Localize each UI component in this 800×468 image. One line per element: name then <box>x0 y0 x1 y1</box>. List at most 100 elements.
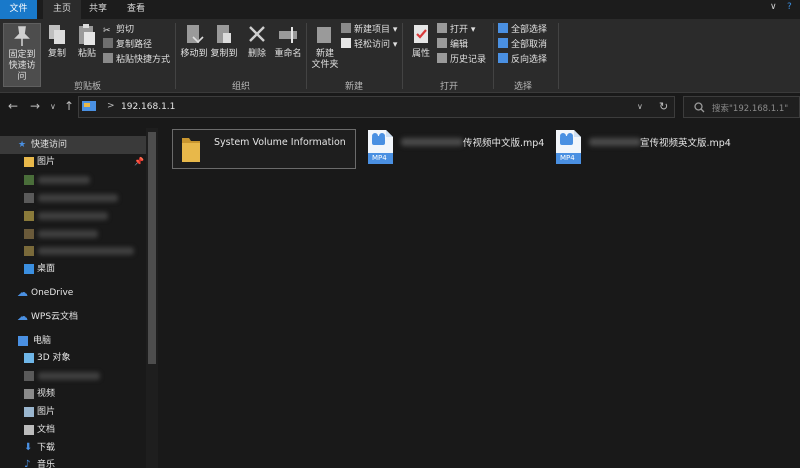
wps-cloud-icon: ☁ <box>17 310 28 323</box>
nav-item-blurred[interactable] <box>0 207 146 225</box>
address-dropdown-icon[interactable]: ∨ <box>637 102 643 111</box>
move-to-button[interactable]: 移动到 <box>180 23 208 60</box>
pin-label-1: 固定到 <box>8 50 36 60</box>
file-tile-mp4-cn[interactable]: MP4 传视频中文版.mp4 <box>366 129 546 171</box>
file-tile-system-volume-information[interactable]: System Volume Information <box>172 129 356 169</box>
cut-label: 剪切 <box>116 25 135 35</box>
nav-label-desktop: 桌面 <box>37 264 56 274</box>
tab-view[interactable]: 查看 <box>118 0 154 19</box>
clipboard-group-label: 剪贴板 <box>74 82 102 92</box>
cut-button[interactable]: ✂ 剪切 <box>103 23 134 37</box>
copy-to-button[interactable]: 复制到 <box>210 23 238 60</box>
new-folder-button[interactable]: 新建 文件夹 <box>310 23 340 71</box>
file-list-view: System Volume Information MP4 传视频中文版.mp4… <box>158 121 800 468</box>
up-arrow-icon[interactable]: ↑ <box>64 99 74 113</box>
search-input[interactable]: 搜索"192.168.1.1" <box>683 96 800 118</box>
easy-access-label: 轻松访问 <box>354 40 391 50</box>
scrollbar-thumb[interactable] <box>148 132 156 364</box>
nav-item-pictures[interactable]: 图片 <box>0 403 146 421</box>
expand-ribbon-button[interactable]: ∨ <box>770 2 777 12</box>
nav-item-documents[interactable]: 文档 <box>0 421 146 439</box>
new-group-label: 新建 <box>345 82 364 92</box>
pin-to-quick-access-button[interactable]: 固定到 快速访问 <box>3 23 41 87</box>
nav-item-desktop[interactable]: 桌面 <box>0 260 146 278</box>
select-group-label: 选择 <box>514 82 533 92</box>
recent-locations-chevron-icon[interactable]: ∨ <box>50 102 56 111</box>
breadcrumb-path[interactable]: 192.168.1.1 <box>121 102 175 112</box>
divider <box>306 23 307 89</box>
nav-item-blurred[interactable] <box>0 367 146 385</box>
video-icon <box>24 389 34 399</box>
copy-path-icon <box>103 38 113 48</box>
refresh-icon[interactable]: ↻ <box>659 100 668 113</box>
nav-item-videos[interactable]: 视频 <box>0 385 146 403</box>
nav-label-wps: WPS云文档 <box>31 312 79 322</box>
copy-path-button[interactable]: 复制路径 <box>103 38 152 52</box>
delete-label: 删除 <box>247 49 266 59</box>
copy-button[interactable]: 复制 <box>44 23 70 60</box>
select-all-icon <box>498 23 508 33</box>
history-button[interactable]: 历史记录 <box>437 53 486 67</box>
invert-selection-button[interactable]: 反向选择 <box>498 53 547 67</box>
invert-selection-label: 反向选择 <box>511 55 548 65</box>
rename-icon <box>279 27 297 43</box>
properties-check-icon <box>414 25 428 43</box>
help-button[interactable]: ? <box>787 2 792 12</box>
nav-item-blurred[interactable] <box>0 189 146 207</box>
new-item-button[interactable]: 新建项目 ▾ <box>341 23 397 37</box>
edit-button[interactable]: 编辑 <box>437 38 468 52</box>
forward-arrow-icon[interactable]: → <box>30 99 40 113</box>
new-item-icon <box>341 23 351 33</box>
easy-access-button[interactable]: 轻松访问 ▾ <box>341 38 397 52</box>
nav-item-wps[interactable]: ☁ WPS云文档 <box>0 308 146 326</box>
tab-home[interactable]: 主页 <box>43 0 81 19</box>
nav-item-onedrive[interactable]: ☁ OneDrive <box>0 284 146 302</box>
folder-icon <box>24 211 34 221</box>
properties-button[interactable]: 属性 <box>408 23 434 60</box>
delete-button[interactable]: 删除 <box>246 23 268 60</box>
folder-icon <box>24 246 34 256</box>
paste-button[interactable]: 粘贴 <box>73 23 101 60</box>
nav-item-blurred[interactable] <box>0 225 146 243</box>
new-folder-label-2: 文件夹 <box>311 60 339 70</box>
rename-button[interactable]: 重命名 <box>273 23 303 60</box>
nav-label-documents: 文档 <box>37 425 56 435</box>
tab-share[interactable]: 共享 <box>81 0 115 19</box>
nav-item-blurred[interactable] <box>0 242 146 260</box>
nav-label-downloads: 下载 <box>37 443 56 453</box>
folder-icon <box>24 175 34 185</box>
nav-label-this-pc: 电脑 <box>33 336 52 346</box>
file-tile-mp4-en[interactable]: MP4 宣传视频英文版.mp4 <box>554 129 754 171</box>
divider <box>493 23 494 89</box>
nav-label-pictures: 图片 <box>37 407 56 417</box>
cloud-icon: ☁ <box>17 286 28 299</box>
nav-item-music[interactable]: ♪ 音乐 <box>0 456 146 468</box>
nav-item-blurred[interactable] <box>0 171 146 189</box>
nav-item-this-pc[interactable]: 电脑 <box>0 332 146 350</box>
nav-label-quick-access: 快速访问 <box>31 140 68 150</box>
open-button[interactable]: 打开 ▾ <box>437 23 475 37</box>
select-all-label: 全部选择 <box>511 25 548 35</box>
back-arrow-icon[interactable]: ← <box>8 99 18 113</box>
new-folder-icon <box>317 27 331 43</box>
select-all-button[interactable]: 全部选择 <box>498 23 547 37</box>
folder-icon <box>24 193 34 203</box>
address-input[interactable]: > 192.168.1.1 ∨ ↻ <box>78 96 675 118</box>
nav-item-pictures-pinned[interactable]: 图片 📌 <box>0 153 146 171</box>
rename-label: 重命名 <box>274 49 302 59</box>
paste-shortcut-button[interactable]: 粘贴快捷方式 <box>103 53 170 67</box>
scissors-icon: ✂ <box>103 26 111 36</box>
nav-item-downloads[interactable]: ⬇ 下载 <box>0 439 146 457</box>
new-folder-label-1: 新建 <box>315 49 334 59</box>
search-placeholder: 搜索"192.168.1.1" <box>712 104 789 114</box>
nav-pane-scrollbar[interactable] <box>146 128 158 468</box>
nav-item-quick-access[interactable]: ★ 快速访问 <box>0 136 146 154</box>
blurred-label <box>38 176 90 184</box>
address-bar-row: ← → ∨ ↑ > 192.168.1.1 ∨ ↻ 搜索"192.168.1.1… <box>0 93 800 121</box>
select-none-button[interactable]: 全部取消 <box>498 38 547 52</box>
nav-item-3d-objects[interactable]: 3D 对象 <box>0 349 146 367</box>
history-icon <box>437 53 447 63</box>
download-arrow-icon: ⬇ <box>24 442 33 453</box>
nav-label-onedrive: OneDrive <box>31 288 74 298</box>
tab-file[interactable]: 文件 <box>0 0 37 19</box>
